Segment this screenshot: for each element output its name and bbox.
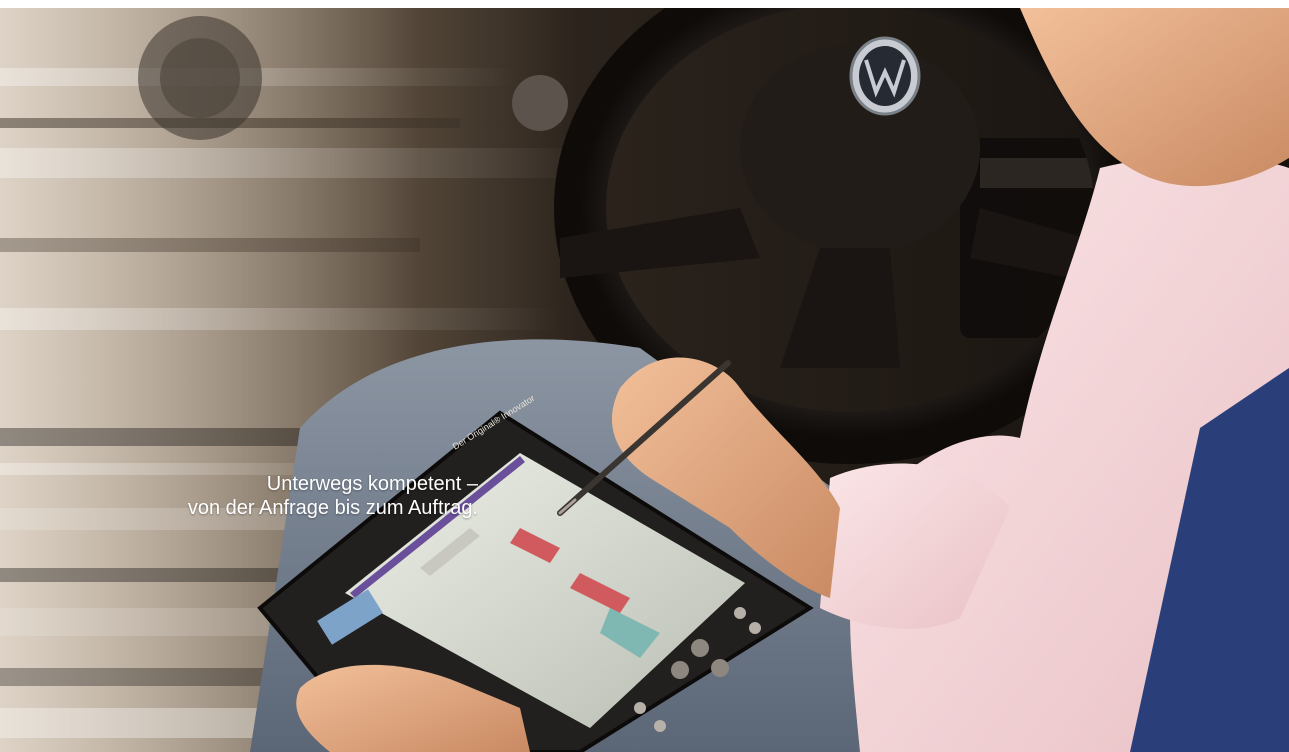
hero-banner: Der Original® Innovator Unterwegs kompet… bbox=[0, 0, 1289, 752]
headline-line-2: von der Anfrage bis zum Auftrag. bbox=[187, 497, 478, 519]
headline: Unterwegs kompetent – von der Anfrage bi… bbox=[40, 472, 478, 520]
car-interior-scene: Der Original® Innovator bbox=[0, 8, 1289, 752]
headline-line-1: Unterwegs kompetent – bbox=[266, 473, 478, 495]
ignition-lock bbox=[512, 75, 568, 131]
vw-logo-icon bbox=[849, 36, 921, 116]
light-switch bbox=[138, 16, 262, 140]
hero-photo: Der Original® Innovator bbox=[0, 8, 1289, 752]
